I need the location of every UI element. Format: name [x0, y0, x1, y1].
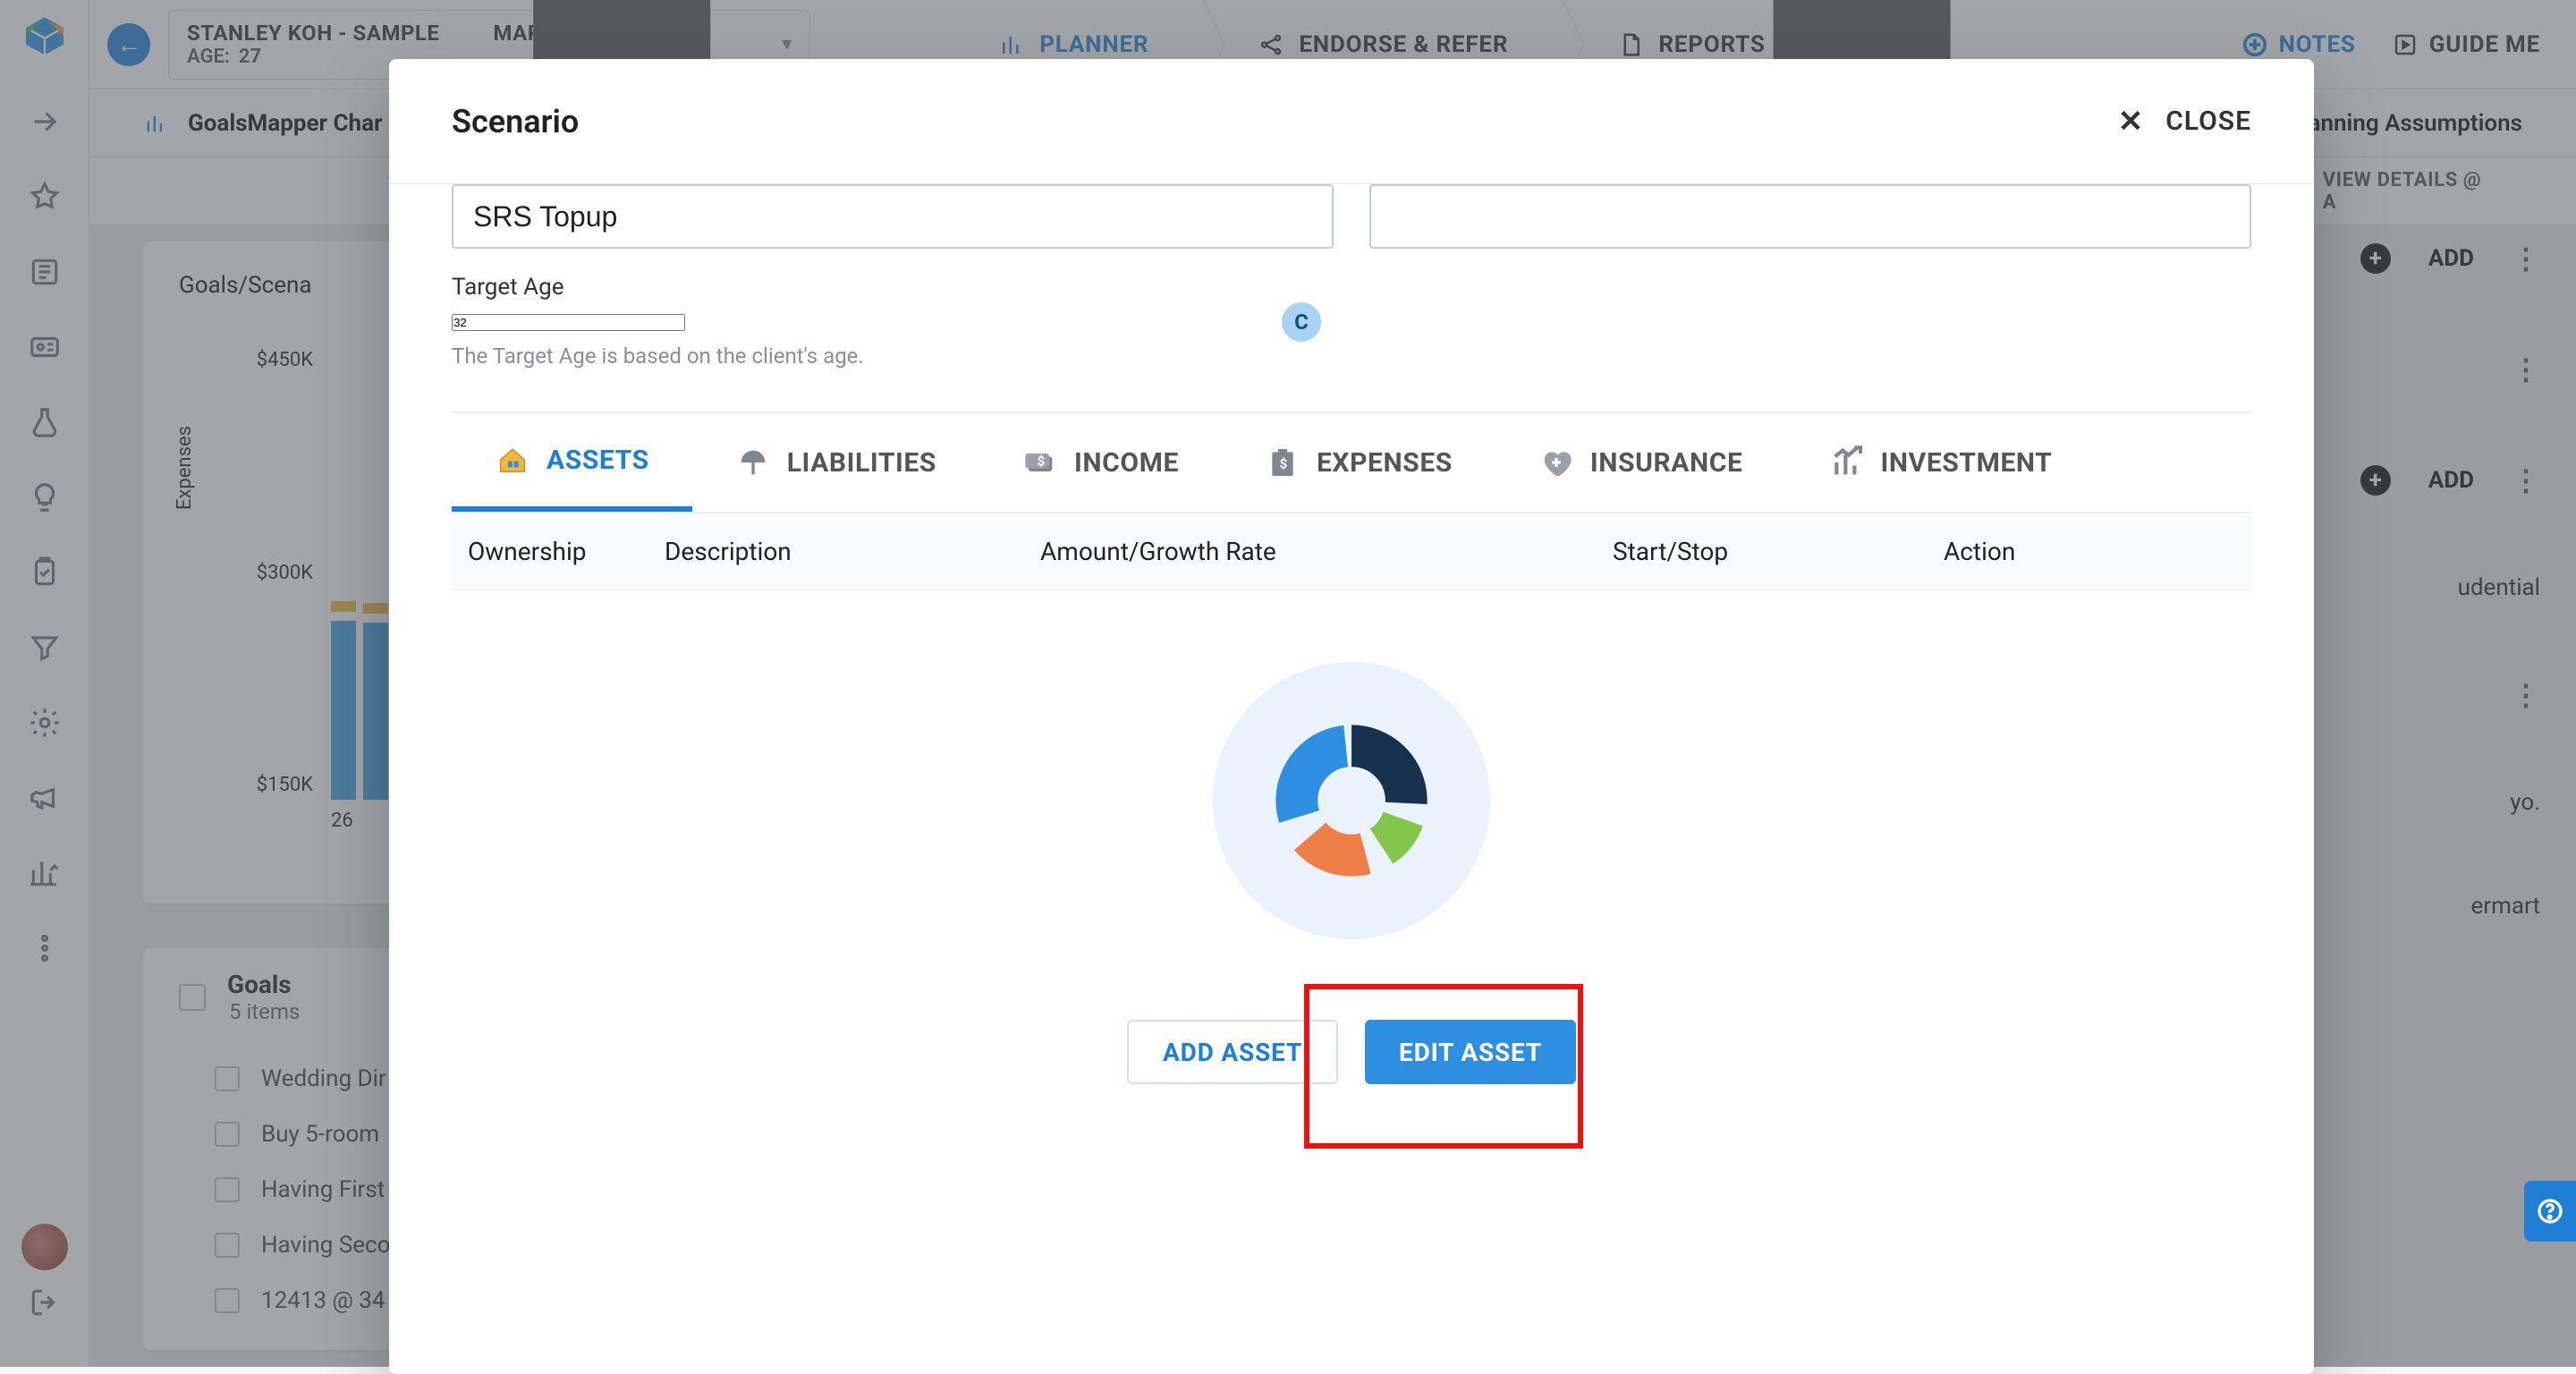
scenario-extra-input[interactable] — [1369, 184, 2251, 249]
assets-table-header: Ownership Description Amount/Growth Rate… — [452, 513, 2251, 590]
category-tabs: ASSETS LIABILITIES $ INCOME $ EXPENSES I… — [452, 413, 2251, 513]
cat-investment[interactable]: INVESTMENT — [1786, 413, 2096, 512]
help-fab[interactable] — [2524, 1181, 2576, 1242]
col-amount: Amount/Growth Rate — [1040, 537, 1613, 566]
col-startstop: Start/Stop — [1613, 537, 1944, 566]
svg-text:$: $ — [1280, 456, 1289, 472]
add-asset-button[interactable]: ADD ASSET — [1127, 1020, 1338, 1084]
modal-title: Scenario — [452, 103, 579, 140]
target-age-hint: The Target Age is based on the client's … — [452, 344, 2251, 369]
close-button[interactable]: ✕ CLOSE — [2118, 104, 2251, 140]
cat-expenses[interactable]: $ EXPENSES — [1222, 413, 1496, 512]
client-badge[interactable]: C — [1282, 302, 1321, 342]
col-action: Action — [1944, 537, 2158, 566]
scenario-modal: Scenario ✕ CLOSE Target Age C The Target… — [389, 59, 2314, 1374]
col-ownership: Ownership — [468, 537, 665, 566]
col-description: Description — [665, 537, 1040, 566]
svg-text:$: $ — [1038, 453, 1046, 469]
target-age-label: Target Age — [452, 274, 2251, 301]
scenario-name-input[interactable] — [452, 184, 1334, 249]
empty-state-illustration: ADD ASSET EDIT ASSET — [452, 662, 2251, 1084]
edit-asset-button[interactable]: EDIT ASSET — [1365, 1020, 1576, 1084]
cat-liabilities[interactable]: LIABILITIES — [692, 413, 979, 512]
close-icon: ✕ — [2118, 104, 2145, 140]
cat-insurance[interactable]: INSURANCE — [1496, 413, 1786, 512]
target-age-input[interactable] — [452, 314, 685, 331]
cat-income[interactable]: $ INCOME — [979, 413, 1222, 512]
cat-assets[interactable]: ASSETS — [452, 413, 692, 512]
